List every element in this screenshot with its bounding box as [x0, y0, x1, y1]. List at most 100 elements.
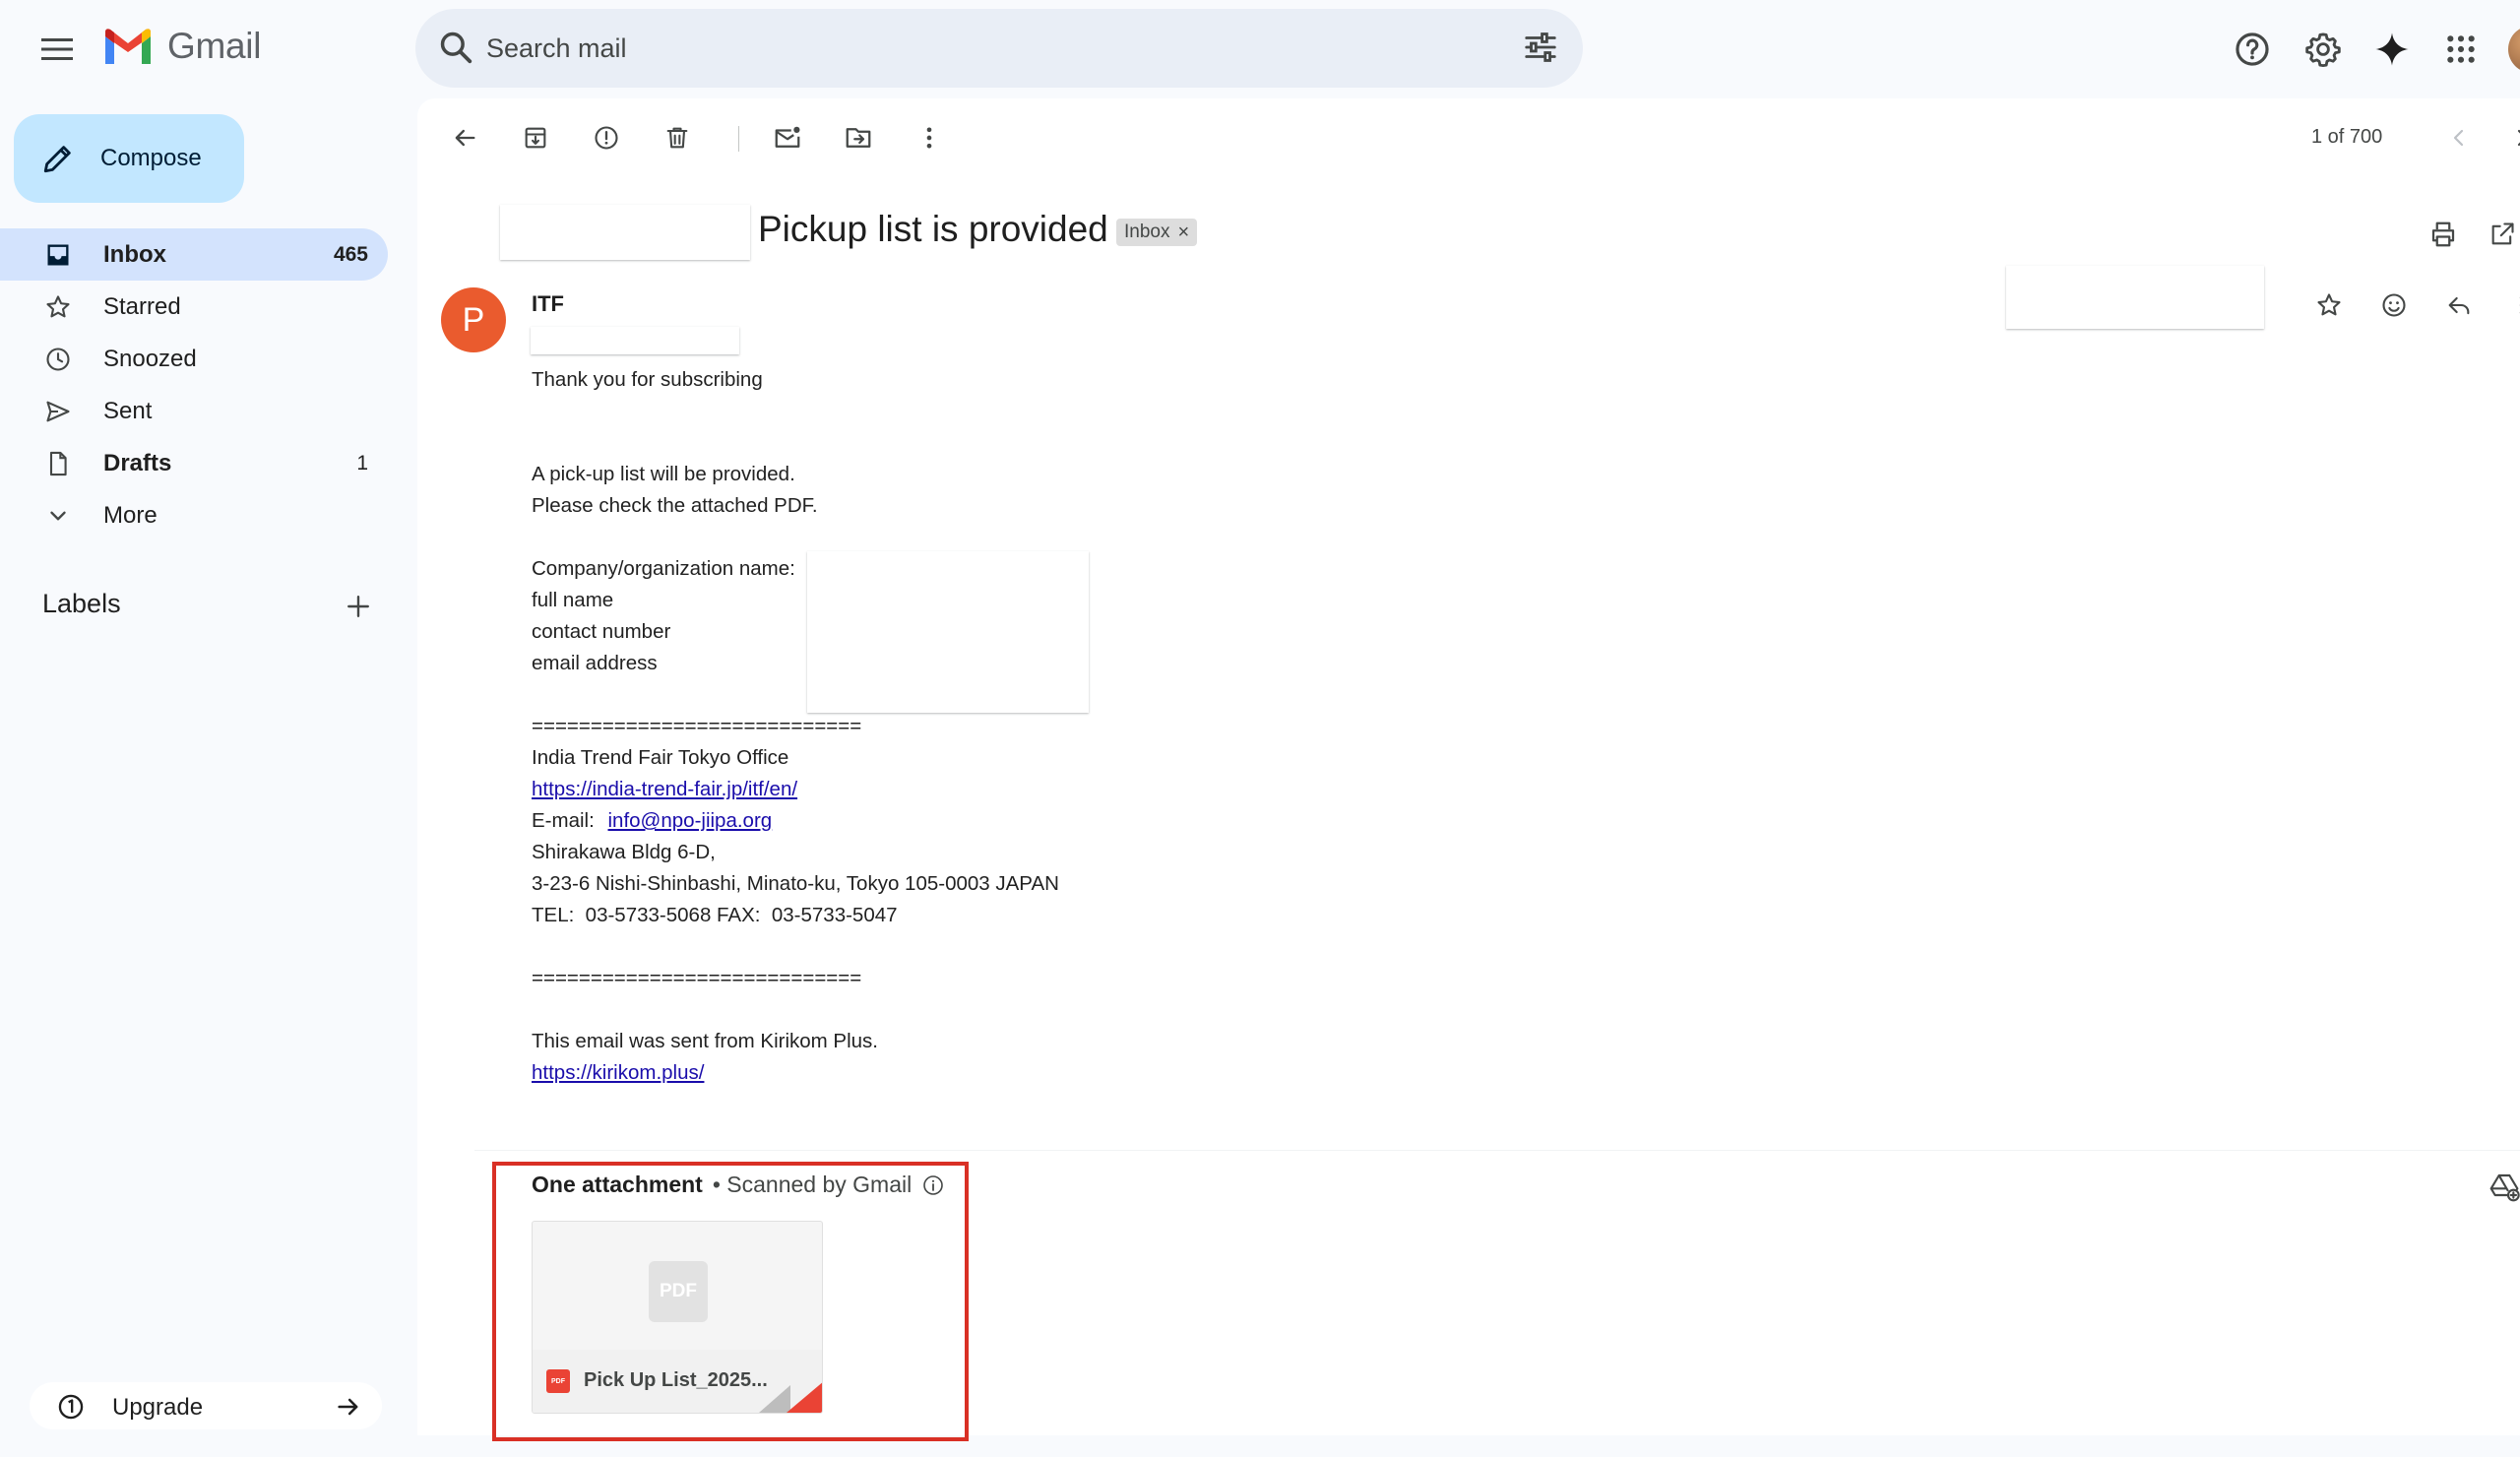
upgrade-info-icon	[57, 1393, 85, 1421]
star-icon[interactable]	[2305, 282, 2353, 329]
attachment-divider	[474, 1150, 2520, 1151]
sidebar-nav: Inbox 465 Starred Snoozed Sent Drafts 1 …	[0, 228, 388, 541]
body-phone: TEL: 03-5733-5068 FAX: 03-5733-5047	[532, 904, 898, 926]
search-input[interactable]	[486, 27, 1372, 70]
sidebar-item-more[interactable]: More	[0, 489, 388, 541]
sidebar-item-snoozed[interactable]: Snoozed	[0, 333, 388, 385]
message-view: 1 of 700 Pickup list is provided Inbox ×…	[417, 98, 2520, 1441]
inbox-icon	[43, 240, 73, 270]
more-vert-icon[interactable]	[906, 114, 953, 161]
mark-unread-icon[interactable]	[764, 114, 811, 161]
prev-icon[interactable]	[2435, 114, 2483, 161]
attachment-title: One attachment	[532, 1172, 703, 1197]
body-field: full name	[532, 589, 614, 611]
sidebar-item-sent[interactable]: Sent	[0, 385, 388, 437]
scanned-label: • Scanned by Gmail	[712, 1172, 913, 1197]
account-avatar[interactable]	[2508, 26, 2520, 73]
info-icon[interactable]	[921, 1173, 945, 1197]
delete-icon[interactable]	[654, 114, 701, 161]
add-to-drive-icon[interactable]	[2485, 1168, 2520, 1207]
sidebar-item-label: Drafts	[103, 449, 172, 476]
gemini-icon[interactable]	[2366, 24, 2418, 75]
redacted-block	[500, 205, 750, 260]
email-label: E-mail:	[532, 809, 595, 832]
pdf-file-icon: PDF	[546, 1369, 570, 1393]
sender-avatar[interactable]: P	[441, 287, 506, 352]
gmail-m-icon	[105, 29, 151, 64]
redacted-block	[531, 327, 739, 354]
body-line: A pick-up list will be provided.	[532, 463, 795, 485]
body-address: 3-23-6 Nishi-Shinbashi, Minato-ku, Tokyo…	[532, 872, 1059, 895]
contact-email-link[interactable]: info@npo-jiipa.org	[608, 809, 773, 832]
upgrade-button[interactable]: Upgrade	[30, 1382, 382, 1429]
body-greeting: Thank you for subscribing	[532, 368, 763, 391]
star-icon	[43, 292, 73, 322]
label-chip-text: Inbox	[1124, 222, 1170, 242]
body-field: Company/organization name:	[532, 557, 795, 580]
open-new-window-icon[interactable]	[2479, 211, 2520, 258]
next-icon[interactable]	[2498, 114, 2520, 161]
send-icon	[43, 397, 73, 426]
labels-section: Labels	[0, 581, 388, 630]
main-menu-icon[interactable]	[30, 22, 85, 77]
gmail-logo[interactable]: Gmail	[102, 26, 261, 67]
labels-title: Labels	[42, 589, 121, 618]
sender-name[interactable]: ITF	[532, 291, 564, 317]
apps-grid-icon[interactable]	[2435, 24, 2487, 75]
body-separator: ============================	[532, 967, 862, 989]
email-subject: Pickup list is provided	[758, 209, 1108, 249]
draft-count: 1	[356, 451, 368, 475]
toolbar-divider	[738, 126, 739, 152]
sidebar-item-inbox[interactable]: Inbox 465	[0, 228, 388, 281]
chevron-down-icon	[43, 501, 73, 531]
attachment-footer: PDF Pick Up List_2025...	[533, 1350, 822, 1413]
pdf-thumbnail-icon: PDF	[649, 1261, 708, 1322]
search-options-icon[interactable]	[1522, 29, 1559, 66]
pencil-icon	[41, 142, 75, 175]
sidebar-item-label: Inbox	[103, 240, 166, 268]
draft-icon	[43, 449, 73, 478]
body-field: contact number	[532, 620, 671, 643]
settings-icon[interactable]	[2298, 24, 2349, 75]
clock-icon	[43, 345, 73, 374]
sidebar-item-drafts[interactable]: Drafts 1	[0, 437, 388, 489]
attachment-card[interactable]: PDF PDF Pick Up List_2025...	[532, 1221, 823, 1414]
sidebar-item-starred[interactable]: Starred	[0, 281, 388, 333]
report-spam-icon[interactable]	[583, 114, 630, 161]
help-icon[interactable]	[2227, 24, 2278, 75]
page-fold-corner	[787, 1381, 822, 1413]
search-icon[interactable]	[437, 29, 474, 66]
body-field: email address	[532, 652, 658, 674]
attachment-header: One attachment • Scanned by Gmail	[532, 1172, 945, 1198]
body-footer: This email was sent from Kirikom Plus.	[532, 1030, 879, 1052]
emoji-reaction-icon[interactable]	[2370, 282, 2418, 329]
org-website-link[interactable]: https://india-trend-fair.jp/itf/en/	[532, 774, 797, 805]
label-chip-inbox[interactable]: Inbox ×	[1116, 219, 1198, 246]
body-line: Please check the attached PDF.	[532, 494, 818, 517]
upgrade-label: Upgrade	[112, 1394, 204, 1421]
sidebar-item-label: More	[103, 501, 158, 529]
attachment-filename: Pick Up List_2025...	[584, 1369, 768, 1391]
move-to-icon[interactable]	[835, 114, 882, 161]
back-arrow-icon[interactable]	[441, 114, 488, 161]
redacted-block	[807, 551, 1089, 713]
pagination-text: 1 of 700	[2311, 126, 2383, 148]
add-label-icon[interactable]	[339, 587, 378, 626]
body-separator: ============================	[532, 715, 862, 737]
search-bar[interactable]	[415, 9, 1583, 88]
body-email-line: E-mail: info@npo-jiipa.org	[532, 805, 772, 837]
compose-button[interactable]: Compose	[14, 114, 244, 203]
body-org: India Trend Fair Tokyo Office	[532, 746, 789, 769]
reply-icon[interactable]	[2435, 282, 2483, 329]
unread-count: 465	[333, 242, 368, 266]
print-icon[interactable]	[2420, 211, 2467, 258]
sidebar-item-label: Starred	[103, 292, 181, 320]
message-more-icon[interactable]	[2498, 282, 2520, 329]
archive-icon[interactable]	[512, 114, 559, 161]
arrow-right-icon	[335, 1393, 362, 1421]
kirikom-link[interactable]: https://kirikom.plus/	[532, 1057, 704, 1089]
top-bar: Gmail	[0, 0, 2520, 98]
remove-label-icon[interactable]: ×	[1177, 222, 1189, 244]
sidebar-item-label: Snoozed	[103, 345, 197, 372]
compose-label: Compose	[100, 145, 202, 171]
